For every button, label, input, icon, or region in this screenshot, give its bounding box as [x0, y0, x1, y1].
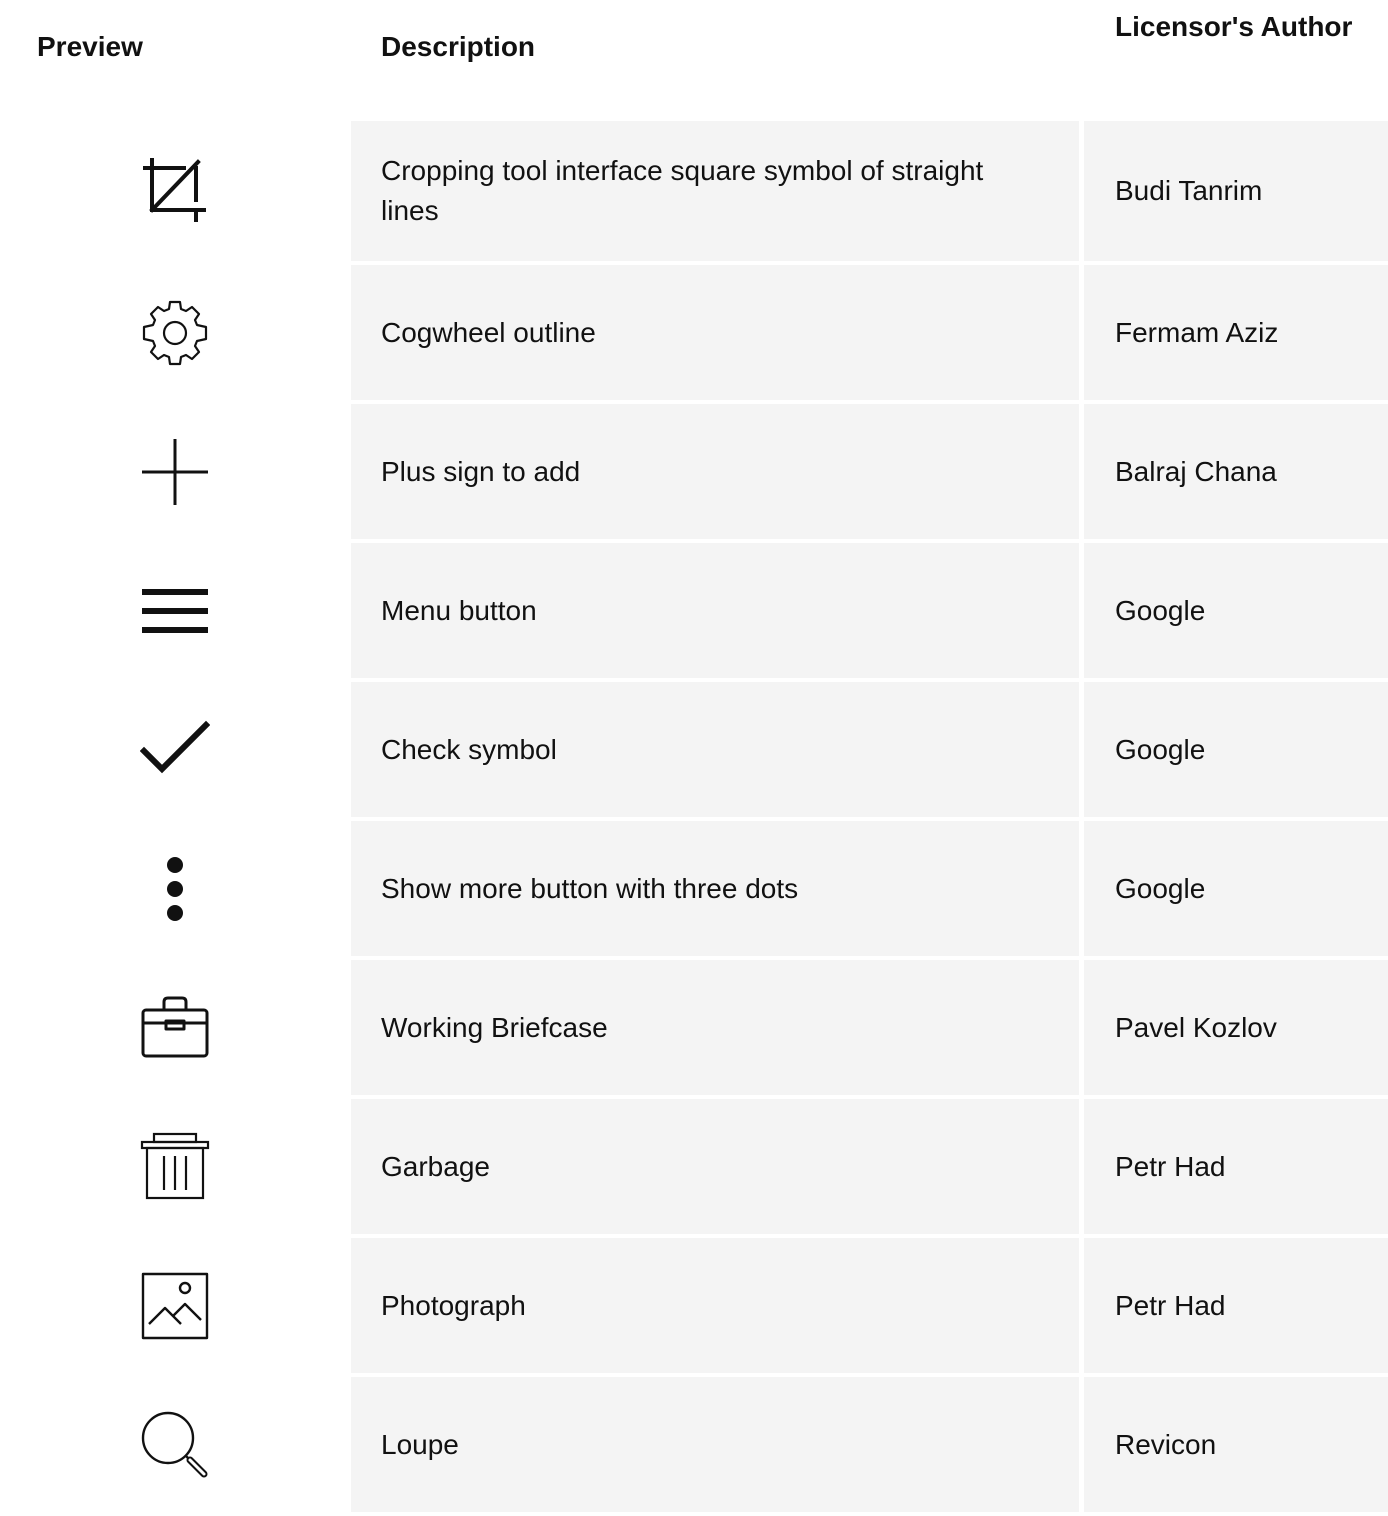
table-row: Plus sign to add Balraj Chana [0, 404, 1388, 539]
author-text: Google [1115, 733, 1206, 765]
table-row: Loupe Revicon [0, 1377, 1388, 1512]
table-row: Working Briefcase Pavel Kozlov [0, 960, 1388, 1095]
description-cell: Cogwheel outline [351, 265, 1079, 400]
author-cell: Petr Had [1084, 1099, 1388, 1234]
briefcase-icon [141, 996, 209, 1057]
author-text: Google [1115, 594, 1206, 626]
more-vertical-icon [167, 856, 183, 921]
cogwheel-icon [142, 300, 208, 365]
description-cell: Garbage [351, 1099, 1079, 1234]
author-text: Petr Had [1115, 1150, 1226, 1182]
author-text: Google [1115, 872, 1206, 904]
author-text: Revicon [1115, 1428, 1217, 1460]
description-cell: Plus sign to add [351, 404, 1079, 539]
preview-cell [0, 1099, 350, 1234]
description-text: Working Briefcase [381, 1011, 608, 1043]
description-cell: Working Briefcase [351, 960, 1079, 1095]
author-text: Fermam Aziz [1115, 316, 1279, 348]
magnifier-icon [141, 1411, 208, 1477]
description-cell: Cropping tool interface square symbol of… [351, 121, 1079, 261]
author-cell: Revicon [1084, 1377, 1388, 1512]
menu-icon [142, 588, 208, 633]
author-cell: Fermam Aziz [1084, 265, 1388, 400]
check-icon [140, 720, 210, 773]
author-cell: Google [1084, 821, 1388, 956]
table-header: Preview Description Licensor's Author [0, 0, 1388, 120]
description-text: Loupe [381, 1428, 459, 1460]
author-cell: Budi Tanrim [1084, 121, 1388, 261]
preview-cell [0, 121, 350, 261]
photo-icon [141, 1272, 209, 1339]
author-cell: Balraj Chana [1084, 404, 1388, 539]
preview-cell [0, 821, 350, 956]
column-header-author: Licensor's Author [1115, 11, 1353, 42]
preview-cell [0, 265, 350, 400]
author-text: Balraj Chana [1115, 455, 1277, 487]
preview-cell [0, 543, 350, 678]
table-row: Show more button with three dots Google [0, 821, 1388, 956]
description-cell: Menu button [351, 543, 1079, 678]
description-cell: Check symbol [351, 682, 1079, 817]
crop-icon [143, 158, 206, 222]
icon-table-body: Cropping tool interface square symbol of… [0, 121, 1388, 1516]
column-header-description: Description [381, 31, 536, 62]
trash-icon [140, 1132, 210, 1199]
description-text: Garbage [381, 1150, 490, 1182]
table-row: Photograph Petr Had [0, 1238, 1388, 1373]
preview-cell [0, 682, 350, 817]
table-row: Garbage Petr Had [0, 1099, 1388, 1234]
table-row: Menu button Google [0, 543, 1388, 678]
table-row: Cropping tool interface square symbol of… [0, 121, 1388, 261]
preview-cell [0, 404, 350, 539]
description-text: Cropping tool interface square symbol of… [381, 155, 984, 226]
description-cell: Photograph [351, 1238, 1079, 1373]
plus-icon [142, 438, 208, 505]
author-text: Budi Tanrim [1115, 175, 1263, 206]
description-text: Check symbol [381, 733, 557, 765]
preview-cell [0, 960, 350, 1095]
description-cell: Show more button with three dots [351, 821, 1079, 956]
author-cell: Google [1084, 543, 1388, 678]
author-cell: Google [1084, 682, 1388, 817]
description-cell: Loupe [351, 1377, 1079, 1512]
description-text: Cogwheel outline [381, 316, 596, 348]
description-text: Photograph [381, 1289, 526, 1321]
author-cell: Pavel Kozlov [1084, 960, 1388, 1095]
description-text: Menu button [381, 594, 537, 626]
table-row: Cogwheel outline Fermam Aziz [0, 265, 1388, 400]
description-text: Plus sign to add [381, 455, 581, 487]
column-header-preview: Preview [37, 31, 143, 62]
table-row: Check symbol Google [0, 682, 1388, 817]
description-text: Show more button with three dots [381, 872, 799, 904]
preview-cell [0, 1377, 350, 1512]
preview-cell [0, 1238, 350, 1373]
author-text: Pavel Kozlov [1115, 1011, 1277, 1043]
author-text: Petr Had [1115, 1289, 1226, 1321]
author-cell: Petr Had [1084, 1238, 1388, 1373]
